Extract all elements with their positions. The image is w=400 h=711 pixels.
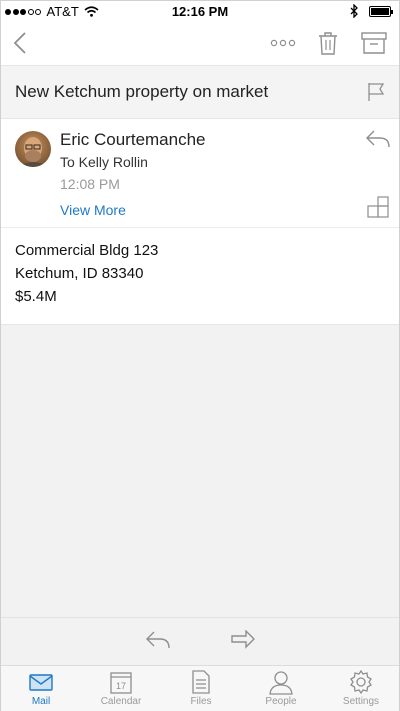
tab-settings[interactable]: Settings [321,669,400,711]
delete-button[interactable] [315,27,341,59]
reply-icon [146,631,170,649]
message-body: Commercial Bldg 123 Ketchum, ID 83340 $5… [15,239,158,308]
bluetooth-icon [350,4,358,18]
status-time: 12:16 PM [171,4,229,19]
tab-mail[interactable]: Mail [1,669,81,711]
message-time: 12:08 PM [60,176,120,192]
calendar-icon: 17 [110,672,132,694]
tab-label: People [265,696,297,707]
apps-grid-icon [367,196,389,218]
reply-forward-bar [1,617,399,665]
reply-bottom-button[interactable] [145,630,171,652]
avatar[interactable] [15,131,51,167]
status-right [350,4,393,18]
settings-icon [350,669,372,695]
flag-icon [368,83,385,101]
add-ins-button[interactable] [367,196,389,218]
tab-label: Mail [31,696,51,707]
message-card: Eric Courtemanche To Kelly Rollin 12:08 … [1,119,399,325]
tab-label: Settings [342,696,380,707]
top-toolbar [1,21,399,65]
reply-button[interactable] [365,129,391,151]
recipient-line[interactable]: To Kelly Rollin [60,154,148,170]
mail-icon [29,674,53,691]
more-button[interactable] [267,33,299,53]
archive-icon [361,32,387,54]
battery-icon [369,5,393,17]
back-button[interactable] [9,27,31,59]
reply-icon [366,130,390,148]
tab-files[interactable]: Files [161,669,241,711]
archive-button[interactable] [359,27,389,59]
chevron-left-icon [13,32,26,54]
people-icon [269,671,293,695]
tab-label: Files [190,696,212,707]
email-screen: AT&T 12:16 PM New Ketchum property on ma… [0,0,400,711]
empty-area [1,325,399,617]
flag-button[interactable] [367,82,387,104]
tab-people[interactable]: People [241,669,321,711]
tab-label: Calendar [100,696,142,707]
trash-icon [319,32,337,55]
calendar-day: 17 [116,681,126,691]
view-more-link[interactable]: View More [60,202,126,218]
more-dots-icon [270,39,296,47]
body-line: $5.4M [15,288,57,305]
body-line: Commercial Bldg 123 [15,242,159,259]
body-line: Ketchum, ID 83340 [15,265,144,282]
files-icon [192,670,210,694]
sender-name[interactable]: Eric Courtemanche [60,130,206,150]
tab-bar: Mail 17 Calendar Files People Settings [1,665,399,711]
subject-bar: New Ketchum property on market [1,65,399,119]
divider [1,227,399,228]
tab-calendar[interactable]: 17 Calendar [81,669,161,711]
email-subject: New Ketchum property on market [15,82,269,101]
status-bar: AT&T 12:16 PM [1,1,399,21]
forward-button[interactable] [230,629,256,652]
forward-icon [231,629,255,649]
